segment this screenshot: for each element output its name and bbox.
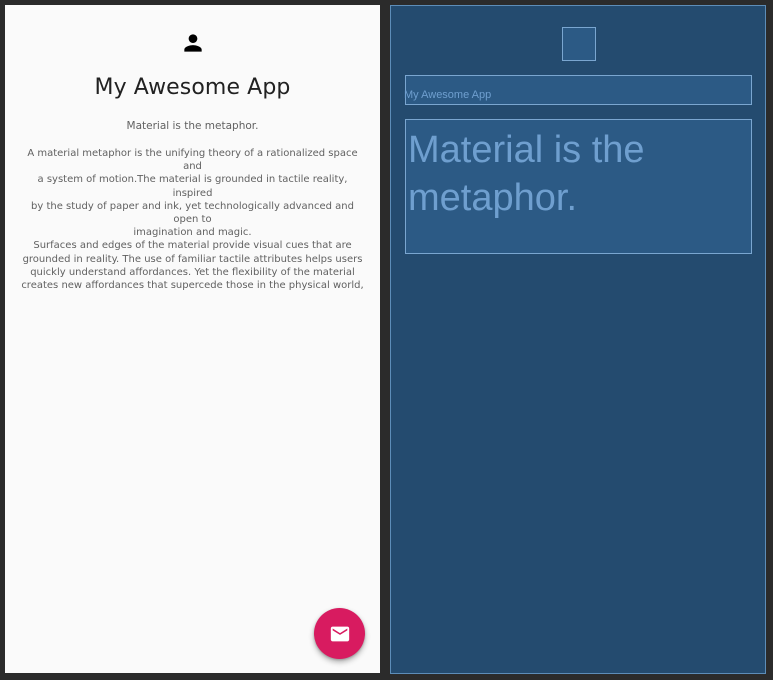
blueprint-view: My Awesome App Material is the metaphor. bbox=[390, 5, 766, 674]
body-text: A material metaphor is the unifying theo… bbox=[21, 148, 364, 292]
email-fab-button[interactable] bbox=[314, 608, 365, 659]
blueprint-title-text: My Awesome App bbox=[404, 89, 492, 101]
app-title: My Awesome App bbox=[94, 75, 291, 100]
person-icon bbox=[180, 30, 206, 56]
blueprint-title-box[interactable]: My Awesome App bbox=[404, 75, 752, 105]
blueprint-body-box[interactable]: Material is the metaphor. bbox=[405, 119, 752, 254]
mail-icon bbox=[330, 626, 349, 641]
layout-editor: My Awesome App Material is the metaphor.… bbox=[0, 0, 773, 680]
subtitle-text: Material is the metaphor. bbox=[126, 120, 259, 132]
blueprint-body-text: Material is the metaphor. bbox=[408, 129, 645, 219]
design-preview: My Awesome App Material is the metaphor.… bbox=[5, 5, 380, 673]
blueprint-image-box[interactable] bbox=[562, 27, 596, 61]
